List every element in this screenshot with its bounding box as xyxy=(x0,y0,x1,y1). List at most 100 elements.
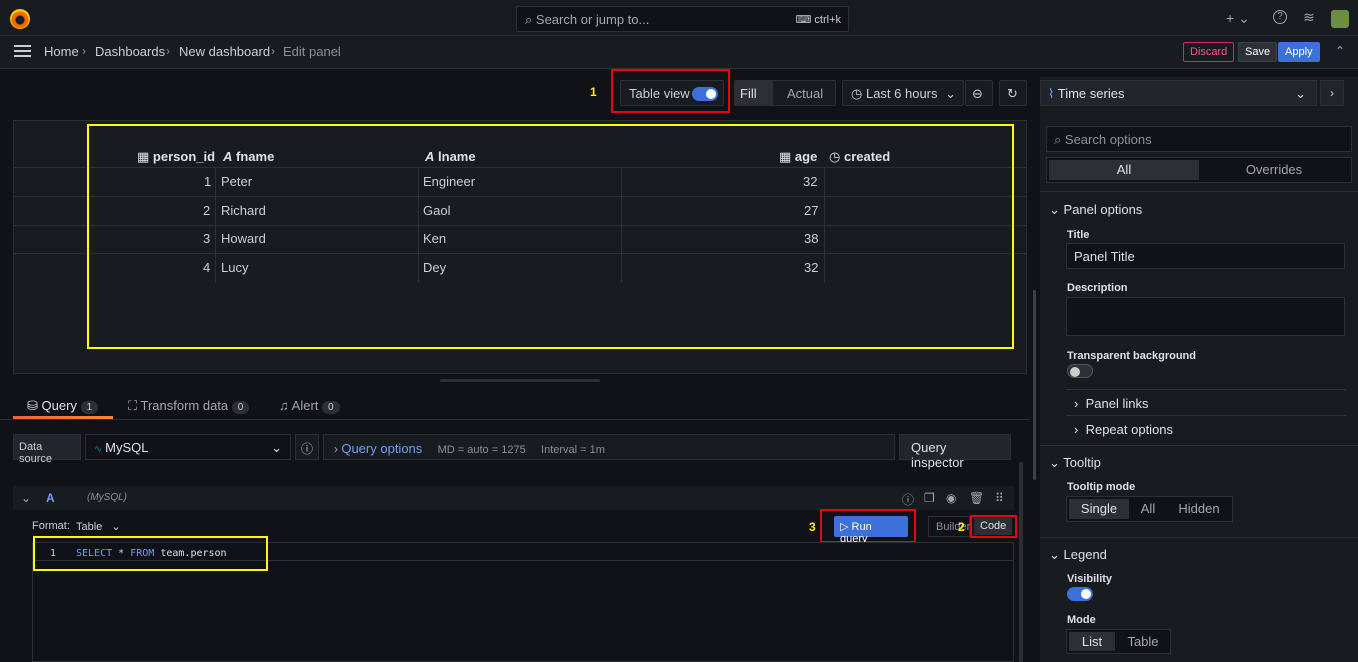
annotation-2: 2 xyxy=(958,520,965,534)
zoom-out-icon[interactable]: ⊖ xyxy=(965,80,993,106)
scrollbar[interactable] xyxy=(1033,290,1036,480)
interval-value: Interval = 1m xyxy=(541,444,605,456)
section-divider xyxy=(1040,445,1358,446)
panel-links-section[interactable]: › Panel links xyxy=(1074,396,1148,411)
mode-label: Mode xyxy=(1067,614,1096,626)
section-divider xyxy=(1066,415,1346,416)
discard-button[interactable]: Discard xyxy=(1183,42,1235,62)
actual-option[interactable]: Actual xyxy=(787,86,823,101)
section-divider xyxy=(1040,191,1358,192)
tooltip-mode-all[interactable]: All xyxy=(1131,499,1165,519)
mysql-icon: ∿ xyxy=(94,444,106,455)
tab-all[interactable]: All xyxy=(1049,160,1199,180)
breadcrumb-home[interactable]: Home xyxy=(44,44,79,59)
chevron-down-icon[interactable]: ⌄ xyxy=(21,491,31,505)
apply-button[interactable]: Apply xyxy=(1278,42,1320,62)
tab-query[interactable]: ⛁ Query 1 xyxy=(27,398,99,414)
visualization-picker[interactable]: ⌇ Time series ⌄ xyxy=(1040,80,1317,106)
grafana-logo-icon[interactable] xyxy=(10,9,30,29)
tab-alert[interactable]: ♫ Alert 0 xyxy=(279,398,340,414)
search-options-input[interactable]: ⌕ Search options xyxy=(1046,126,1352,152)
annotation-1: 1 xyxy=(590,85,597,99)
news-feed-icon[interactable]: ≋ xyxy=(1303,9,1315,26)
chevron-down-icon: ⌄ xyxy=(271,440,282,455)
query-inspector-button[interactable]: Query inspector xyxy=(899,434,1011,470)
breadcrumb-new-dashboard[interactable]: New dashboard xyxy=(179,44,270,59)
highlight-box-table xyxy=(87,124,1014,349)
title-input[interactable]: Panel Title xyxy=(1066,243,1345,269)
table-view-toggle[interactable]: Table view xyxy=(620,80,724,106)
user-avatar[interactable] xyxy=(1331,10,1349,28)
clock-icon: ◷ xyxy=(851,86,866,101)
chevron-down-icon: ⌄ xyxy=(945,86,956,101)
visibility-label: Visibility xyxy=(1067,573,1113,585)
legend-mode-group: List Table xyxy=(1066,629,1171,654)
help-icon[interactable]: ? xyxy=(1273,10,1287,24)
chevron-right-icon: › xyxy=(1074,422,1079,437)
search-shortcut: ⌨ ctrl+k xyxy=(795,14,841,26)
query-ref-id[interactable]: A xyxy=(46,491,55,505)
description-label: Description xyxy=(1067,282,1128,294)
time-series-icon: ⌇ xyxy=(1048,86,1055,101)
menu-icon[interactable] xyxy=(14,45,31,47)
search-icon: ⌕ xyxy=(1054,132,1065,147)
save-button[interactable]: Save xyxy=(1238,42,1278,62)
search-placeholder: Search or jump to... xyxy=(535,12,650,27)
tooltip-mode-hidden[interactable]: Hidden xyxy=(1167,499,1231,519)
data-source-help-icon[interactable]: ⓘ xyxy=(295,434,319,460)
time-range-picker[interactable]: ◷ Last 6 hours ⌄ xyxy=(842,80,964,106)
chevron-right-icon: › xyxy=(166,44,170,58)
duplicate-icon[interactable]: ❐ xyxy=(924,491,935,505)
pane-splitter[interactable] xyxy=(440,379,600,382)
table-view-switch[interactable] xyxy=(692,87,718,101)
format-label: Format: xyxy=(32,520,70,532)
title-label: Title xyxy=(1067,229,1090,241)
fill-actual-group: Fill Actual xyxy=(734,80,836,106)
transparent-background-label: Transparent background xyxy=(1067,350,1196,362)
search-box[interactable]: ⌕ Search or jump to... ⌨ ctrl+k xyxy=(516,6,849,32)
section-divider xyxy=(1040,537,1358,538)
time-range-label: Last 6 hours xyxy=(865,86,938,101)
tab-overrides[interactable]: Overrides xyxy=(1199,160,1349,180)
tab-transform-data[interactable]: ⛶ Transform data 0 xyxy=(128,398,250,414)
add-menu-icon[interactable]: + ⌄ xyxy=(1226,10,1250,27)
play-icon: ▷ xyxy=(840,521,849,533)
repeat-options-section[interactable]: › Repeat options xyxy=(1074,422,1173,437)
trash-icon[interactable]: 🗑 xyxy=(969,491,984,505)
section-divider xyxy=(1066,389,1346,390)
chevron-down-icon: ⌄ xyxy=(111,521,121,533)
description-textarea[interactable] xyxy=(1066,297,1345,336)
chevron-right-icon[interactable]: › xyxy=(1320,80,1344,106)
legend-section[interactable]: ⌄ Legend xyxy=(1049,547,1107,563)
highlight-box-sql xyxy=(33,536,268,571)
legend-visibility-switch[interactable] xyxy=(1067,587,1093,601)
active-tab-indicator xyxy=(13,416,113,419)
panel-options-section[interactable]: ⌄ Panel options xyxy=(1049,202,1142,218)
query-options[interactable]: › Query options MD = auto = 1275 Interva… xyxy=(323,434,895,460)
legend-mode-list[interactable]: List xyxy=(1069,632,1115,651)
editor-scrollbar[interactable] xyxy=(1019,462,1023,662)
run-query-button[interactable]: ▷ Run query xyxy=(834,516,908,545)
query-options-label: Query options xyxy=(341,441,423,456)
tooltip-section[interactable]: ⌄ Tooltip xyxy=(1049,455,1101,471)
tooltip-mode-single[interactable]: Single xyxy=(1069,499,1129,519)
refresh-icon[interactable]: ↻ xyxy=(999,80,1027,106)
chevron-down-icon: ⌄ xyxy=(1049,455,1060,470)
chevron-down-icon: ⌄ xyxy=(1295,86,1306,101)
data-source-select[interactable]: ∿ MySQL ⌄ xyxy=(85,434,291,460)
transparent-background-switch[interactable] xyxy=(1067,364,1093,378)
code-tab[interactable]: Code xyxy=(974,518,1012,535)
legend-mode-table[interactable]: Table xyxy=(1117,632,1169,651)
collapse-icon[interactable]: ⌃ xyxy=(1335,44,1345,58)
fill-option[interactable]: Fill xyxy=(735,81,773,105)
format-select[interactable]: Table ⌄ xyxy=(76,520,121,533)
bell-icon: ♫ xyxy=(279,398,289,413)
drag-handle-icon[interactable]: ⠿ xyxy=(995,491,1004,505)
breadcrumb-dashboards[interactable]: Dashboards xyxy=(95,44,165,59)
chevron-right-icon: › xyxy=(82,44,86,58)
table-view-label: Table view xyxy=(629,86,690,101)
breadcrumb-edit-panel: Edit panel xyxy=(283,44,341,59)
eye-icon[interactable]: ◉ xyxy=(946,491,956,505)
help-icon[interactable]: ⓘ xyxy=(902,491,914,508)
tabs-divider xyxy=(0,419,1030,420)
